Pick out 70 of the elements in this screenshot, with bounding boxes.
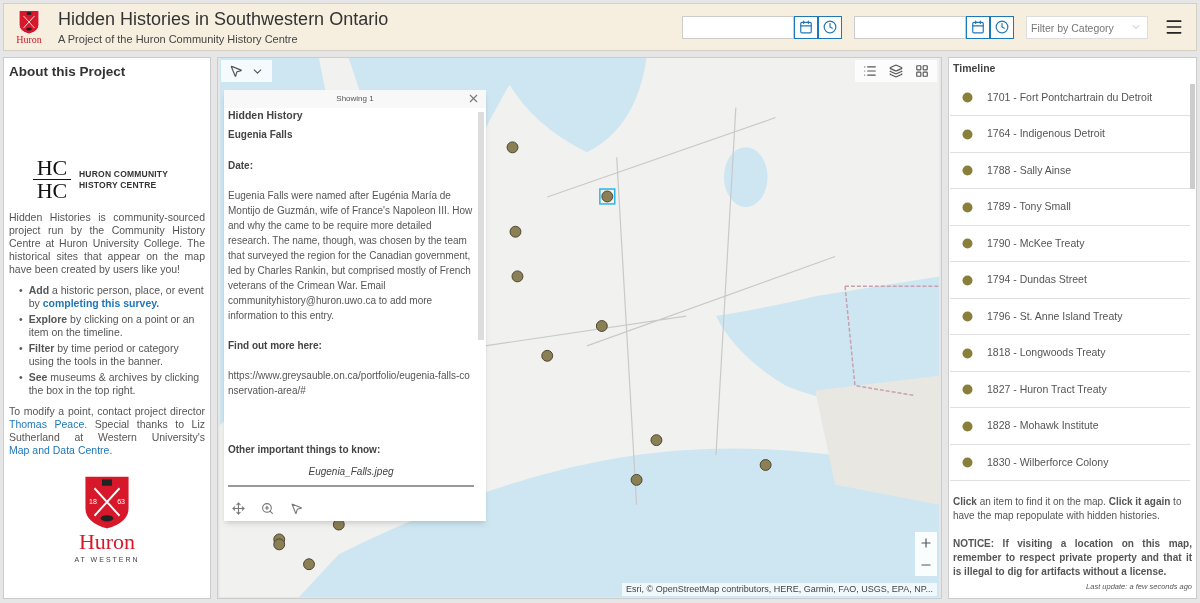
marker-icon <box>962 457 973 468</box>
scrollbar[interactable] <box>1190 83 1195 189</box>
text-link[interactable]: Thomas Peace. <box>9 418 88 430</box>
bullet-marker: • <box>19 284 23 298</box>
description-text: Eugenia Falls were named after Eugénia María de Montijo de Guzmán, wife of France's Napoleon III. How and why the came to be require more detailed research. The name, though, was chosen by the team that surveyed the region for the Canadian government, led by Charles Rankin, but comprised mostly of French veterans of the Crimean War. Email communityhistory@huron.uwo.ca to add more information to this entry. <box>228 189 474 323</box>
logo-letters: HC <box>36 181 68 201</box>
app-subtitle: A Project of the Huron Community History Centre <box>58 31 299 47</box>
clock-icon <box>823 20 837 34</box>
marker-icon <box>962 274 973 286</box>
section-label: Other important things to know: <box>228 443 382 457</box>
bullet-marker: • <box>19 313 23 327</box>
bullet-item: Filter by time period or category using the tools in the banner. <box>28 342 180 368</box>
calendar-button[interactable] <box>966 15 990 39</box>
image-filename: Eugenia_Falls.jpeg <box>307 465 395 479</box>
select-icon[interactable] <box>290 501 303 515</box>
site-name: Eugenia Falls <box>228 128 294 142</box>
bullet-item: Explore by clicking on a point or an item on the timeline. <box>28 313 196 339</box>
calendar-icon <box>799 20 813 34</box>
crest-icon <box>18 9 40 35</box>
bullet-marker: • <box>19 371 23 385</box>
intro-paragraph: Hidden Histories is community-sourced project run by the Community History Centre at Huron University College. The historical sites that appear on the map have been created by users like you! <box>9 211 205 276</box>
marker-icon <box>962 92 973 103</box>
marker-icon <box>962 420 973 432</box>
panel-title: Timeline <box>952 61 997 76</box>
basemap-gallery-icon[interactable] <box>915 64 929 78</box>
date-label: Date: <box>228 159 254 173</box>
app-title: Hidden Histories in Southwestern Ontario <box>58 7 389 31</box>
help-text: Click an item to find it on the map. Click it again to have the map repopulate with hidden histories. <box>952 495 1183 524</box>
close-icon <box>467 92 480 105</box>
bullet-item: Add a historic person, place, or event by completing this survey. <box>28 284 205 310</box>
clock-button[interactable] <box>818 15 842 39</box>
marker-icon <box>962 128 973 140</box>
marker-icon <box>962 201 973 213</box>
url-text: https://www.greysauble.on.ca/portfolio/eugenia-falls-conservation-area/# <box>228 369 471 398</box>
section-label: Find out more here: <box>228 339 323 353</box>
crest-icon <box>82 473 132 531</box>
logo-text: HURON COMMUNITY HISTORY CENTRE <box>79 168 169 191</box>
logo-letters: HC <box>36 158 68 178</box>
date-field[interactable] <box>682 15 794 39</box>
legend-icon[interactable] <box>863 64 877 78</box>
plus-icon <box>919 536 933 550</box>
crest-word: Huron <box>78 531 136 553</box>
text-link[interactable]: Map and Data Centre. <box>9 444 113 456</box>
contact-paragraph: To modify a point, contact project director Thomas Peace. Special thanks to Liz Sutherland at Western University's Map and Data Centre. <box>9 405 205 457</box>
survey-link[interactable]: completing this survey. <box>42 297 160 309</box>
marker-icon <box>962 384 973 395</box>
select-icon[interactable] <box>229 64 243 78</box>
calendar-icon <box>971 20 985 34</box>
clock-button[interactable] <box>990 15 1014 39</box>
marker-icon <box>962 165 973 176</box>
marker-icon <box>962 311 973 322</box>
menu-icon <box>1164 17 1184 37</box>
panel-title: About this Project <box>9 63 127 81</box>
marker-icon <box>962 238 973 249</box>
popup-header: Showing 1 <box>336 93 374 105</box>
scrollbar[interactable] <box>478 112 484 340</box>
logo-word: Huron <box>16 35 42 45</box>
calendar-button[interactable] <box>794 15 818 39</box>
pan-icon[interactable] <box>232 501 245 515</box>
date-field[interactable] <box>854 15 966 39</box>
clock-icon <box>995 20 1009 34</box>
layers-icon[interactable] <box>889 64 903 78</box>
zoom-in-icon[interactable] <box>261 501 274 515</box>
marker-icon <box>962 347 973 359</box>
bullet-marker: • <box>19 342 23 356</box>
close-button[interactable] <box>467 92 480 105</box>
notice-text: NOTICE: If visiting a location on this map, remember to respect private property and that it is illegal to dig for artifacts without a license. <box>952 537 1193 580</box>
category-dropdown[interactable]: Filter by Category <box>1026 16 1148 40</box>
popup-heading: Hidden History <box>228 108 304 123</box>
bullet-item: See museums & archives by clicking the box in the top right. <box>28 371 201 397</box>
